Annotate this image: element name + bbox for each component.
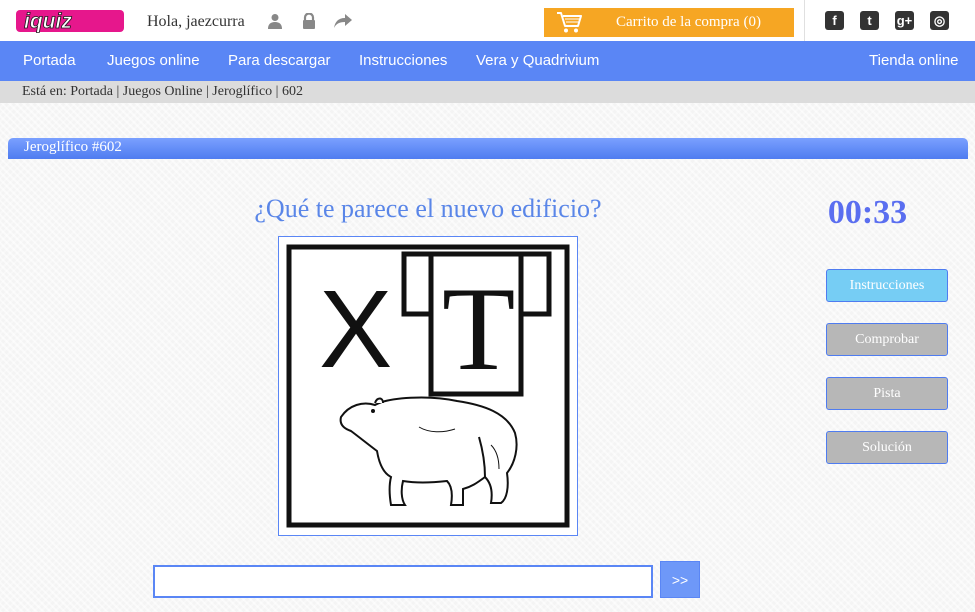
cart-icon <box>557 12 582 33</box>
logo[interactable]: iquiz <box>16 6 126 36</box>
puzzle-letter-x: X <box>319 268 392 391</box>
check-button[interactable]: Comprobar <box>826 323 948 356</box>
instagram-icon[interactable]: ◎ <box>930 11 949 30</box>
solution-button[interactable]: Solución <box>826 431 948 464</box>
share-icon[interactable] <box>333 11 353 31</box>
cart-label: Carrito de la compra (0) <box>616 14 761 30</box>
instructions-button[interactable]: Instrucciones <box>826 269 948 302</box>
googleplus-icon[interactable]: g+ <box>895 11 914 30</box>
main-nav: Portada Juegos online Para descargar Ins… <box>0 41 975 81</box>
timer: 00:33 <box>827 194 908 231</box>
puzzle-image: X T <box>278 236 578 536</box>
twitter-icon[interactable]: t <box>860 11 879 30</box>
lock-icon[interactable] <box>299 11 319 31</box>
greeting: Hola, jaezcurra <box>147 13 245 30</box>
puzzle-letter-t: T <box>442 262 515 395</box>
answer-input[interactable] <box>153 565 653 598</box>
facebook-icon[interactable]: f <box>825 11 844 30</box>
submit-button[interactable]: >> <box>660 561 700 598</box>
top-bar: iquiz Hola, jaezcurra Carrito de la comp… <box>0 0 975 41</box>
nav-item-juegos-online[interactable]: Juegos online <box>107 52 200 69</box>
hint-button[interactable]: Pista <box>826 377 948 410</box>
user-icon[interactable] <box>265 11 285 31</box>
nav-item-vera-quadrivium[interactable]: Vera y Quadrivium <box>476 52 599 69</box>
puzzle-header: Jeroglífico #602 <box>8 138 968 159</box>
nav-item-tienda-online[interactable]: Tienda online <box>869 52 959 69</box>
nav-item-para-descargar[interactable]: Para descargar <box>228 52 331 69</box>
header-divider <box>804 0 805 41</box>
nav-item-portada[interactable]: Portada <box>23 52 76 69</box>
logo-text: iquiz <box>24 10 72 33</box>
breadcrumb: Está en: Portada | Juegos Online | Jerog… <box>0 81 975 103</box>
social-links: f t g+ ◎ <box>825 11 949 30</box>
nav-item-instrucciones[interactable]: Instrucciones <box>359 52 447 69</box>
cart-button[interactable]: Carrito de la compra (0) <box>544 8 794 37</box>
puzzle-question: ¿Qué te parece el nuevo edificio? <box>254 194 602 223</box>
user-icons <box>265 11 353 31</box>
puzzle-image-drawing: X T <box>286 244 570 528</box>
